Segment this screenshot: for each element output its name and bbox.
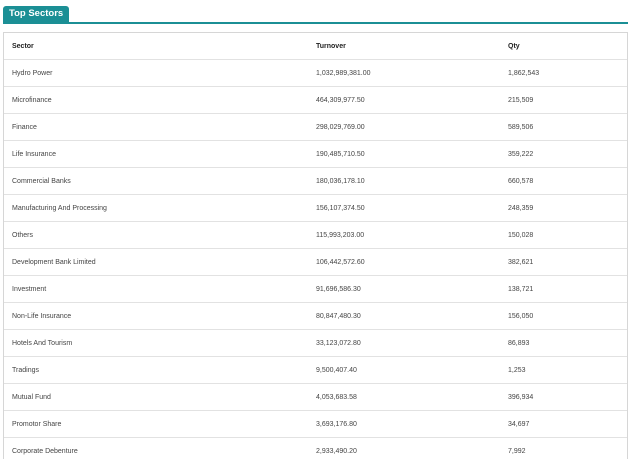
turnover-cell: 115,993,203.00: [308, 221, 500, 249]
table-row[interactable]: Investment 91,696,586.30 138,721: [4, 275, 627, 303]
sector-cell: Hydro Power: [4, 59, 308, 87]
turnover-cell: 464,309,977.50: [308, 86, 500, 114]
qty-cell: 359,222: [500, 140, 627, 168]
qty-cell: 1,862,543: [500, 59, 627, 87]
qty-cell: 382,621: [500, 248, 627, 276]
column-header-turnover[interactable]: Turnover: [308, 33, 500, 60]
turnover-cell: 156,107,374.50: [308, 194, 500, 222]
table-row[interactable]: Non-Life Insurance 80,847,480.30 156,050: [4, 302, 627, 330]
sectors-table: Sector Turnover Qty Hydro Power 1,032,989…: [4, 33, 627, 459]
table-row[interactable]: Corporate Debenture 2,933,490.20 7,992: [4, 438, 627, 459]
qty-cell: 7,992: [508, 447, 526, 455]
sector-cell: Investment: [4, 275, 308, 303]
sector-cell: Development Bank Limited: [4, 248, 308, 276]
qty-cell: 138,721: [500, 275, 627, 303]
qty-cell: 589,506: [500, 113, 627, 141]
qty-cell: 156,050: [500, 302, 627, 330]
qty-cell: 86,893: [500, 329, 627, 357]
table-body: Hydro Power 1,032,989,381.00 1,862,543 Micr…: [4, 59, 627, 459]
table-row[interactable]: Hydro Power 1,032,989,381.00 1,862,543: [4, 59, 627, 87]
qty-cell: 150,028: [500, 221, 627, 249]
table-row[interactable]: Manufacturing And Processing 156,107,374.…: [4, 194, 627, 222]
turnover-cell: 298,029,769.00: [308, 113, 500, 141]
table-row[interactable]: Tradings 9,500,407.40 1,253: [4, 356, 627, 384]
qty-cell: 660,578: [500, 167, 627, 195]
turnover-cell: 180,036,178.10: [308, 167, 500, 195]
table-row[interactable]: Development Bank Limited 106,442,572.60 38…: [4, 248, 627, 276]
tab-top-sectors[interactable]: Top Sectors: [3, 6, 70, 22]
sector-cell: Life Insurance: [4, 140, 308, 168]
turnover-cell: 3,693,176.80: [308, 410, 500, 438]
sector-cell: Non-Life Insurance: [4, 302, 308, 330]
turnover-cell: 1,032,989,381.00: [308, 59, 500, 87]
sector-cell: Finance: [4, 113, 308, 141]
column-header-sector[interactable]: Sector: [4, 33, 308, 60]
sector-cell: Manufacturing And Processing: [4, 194, 308, 222]
turnover-cell: 33,123,072.80: [308, 329, 500, 357]
table-row[interactable]: Hotels And Tourism 33,123,072.80 86,893: [4, 329, 627, 357]
turnover-cell: 80,847,480.30: [308, 302, 500, 330]
table-row[interactable]: Others 115,993,203.00 150,028: [4, 221, 627, 249]
sector-cell: Hotels And Tourism: [4, 329, 308, 357]
sector-cell: Mutual Fund: [4, 383, 308, 411]
sector-cell: Commercial Banks: [4, 167, 308, 195]
qty-cell: 215,509: [500, 86, 627, 114]
qty-cell: 396,934: [500, 383, 627, 411]
sector-cell: Corporate Debenture: [12, 447, 78, 455]
top-sectors-panel: Top Sectors Sector Turnover Qty Hydro Po…: [0, 0, 637, 459]
table-row[interactable]: Finance 298,029,769.00 589,506: [4, 113, 627, 141]
sector-cell: Promotor Share: [4, 410, 308, 438]
turnover-cell: 4,053,683.58: [308, 383, 500, 411]
qty-cell: 1,253: [500, 356, 627, 384]
turnover-cell: 9,500,407.40: [308, 356, 500, 384]
table-row[interactable]: Microfinance 464,309,977.50 215,509: [4, 86, 627, 114]
table-row[interactable]: Commercial Banks 180,036,178.10 660,578: [4, 167, 627, 195]
sector-cell: Microfinance: [4, 86, 308, 114]
sector-cell: Tradings: [4, 356, 308, 384]
turnover-cell: 190,485,710.50: [308, 140, 500, 168]
table-row[interactable]: Life Insurance 190,485,710.50 359,222: [4, 140, 627, 168]
turnover-cell: 2,933,490.20: [316, 447, 357, 455]
table-row[interactable]: Promotor Share 3,693,176.80 34,697: [4, 410, 627, 438]
turnover-cell: 106,442,572.60: [308, 248, 500, 276]
sectors-table-container: Sector Turnover Qty Hydro Power 1,032,989…: [3, 32, 628, 459]
table-header-row: Sector Turnover Qty: [4, 33, 627, 60]
qty-cell: 34,697: [500, 410, 627, 438]
tab-bar: Top Sectors: [3, 6, 628, 24]
column-header-qty[interactable]: Qty: [500, 33, 627, 60]
table-row[interactable]: Mutual Fund 4,053,683.58 396,934: [4, 383, 627, 411]
turnover-cell: 91,696,586.30: [308, 275, 500, 303]
sector-cell: Others: [4, 221, 308, 249]
qty-cell: 248,359: [500, 194, 627, 222]
